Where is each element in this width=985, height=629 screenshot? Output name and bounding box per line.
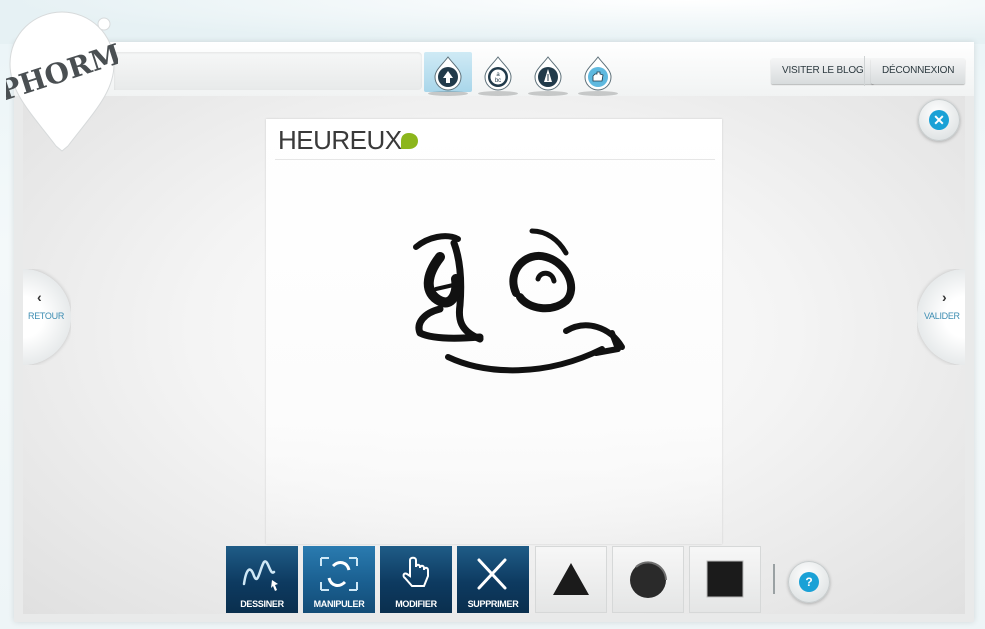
triangle-shape-icon [553,563,589,595]
modify-tool-label: MODIFIER [395,599,437,609]
header-divider [864,56,865,86]
svg-text:bc: bc [495,78,501,84]
top-bar: a bc VISITER LE BLOG DÉCONNEXION [14,42,974,96]
card-divider [275,159,715,160]
mode-tab-pen[interactable] [524,52,572,96]
pen-tip-drop-icon [534,56,562,91]
delete-x-icon [477,558,507,590]
phorm-logo[interactable]: PHORM [6,8,118,152]
bottom-toolbar: DESSINER MANIPULER MODIFIER SUPPRIMER [225,546,795,614]
hand-drop-icon [584,56,612,91]
logout-button[interactable]: DÉCONNEXION [871,58,966,84]
happy-face-sketch [413,228,625,374]
draw-tool-button[interactable]: DESSINER [226,546,298,613]
abc-drop-icon: a bc [484,56,512,91]
mode-tab-tree[interactable] [424,52,472,96]
square-shape-button[interactable] [689,546,761,613]
tree-drop-icon [434,56,462,91]
drawing-card[interactable]: HEUREUX [266,119,722,544]
circle-shape-button[interactable] [612,546,684,613]
top-background [0,0,985,44]
back-button[interactable]: ‹ RETOUR [23,269,71,365]
square-shape-icon [706,560,744,598]
card-title: HEUREUX [278,125,402,155]
close-icon: ✕ [929,110,949,130]
modify-hand-icon [402,556,429,587]
chevron-left-icon: ‹ [37,289,42,305]
delete-tool-button[interactable]: SUPPRIMER [457,546,529,613]
circle-shape-icon [630,561,667,598]
visit-blog-button[interactable]: VISITER LE BLOG [771,58,875,84]
delete-tool-label: SUPPRIMER [467,599,519,609]
draw-hand-icon [242,560,278,591]
close-button[interactable]: ✕ [918,99,960,141]
help-icon: ? [799,572,819,592]
manipulate-arrows-icon [320,557,358,591]
validate-button[interactable]: › VALIDER [917,269,965,365]
back-label: RETOUR [28,311,65,321]
toolbar-divider [773,564,775,594]
manipulate-tool-button[interactable]: MANIPULER [303,546,375,613]
chevron-right-icon: › [942,289,947,305]
mode-tab-hand[interactable] [574,52,622,96]
speech-bubble-icon [401,133,418,149]
triangle-shape-button[interactable] [535,546,607,613]
help-button[interactable]: ? [788,561,830,603]
manipulate-tool-label: MANIPULER [313,599,365,609]
modify-tool-button[interactable]: MODIFIER [380,546,452,613]
draw-tool-label: DESSINER [240,599,284,609]
mode-tab-abc[interactable]: a bc [474,52,522,96]
title-input-bar[interactable] [114,52,422,90]
validate-label: VALIDER [924,311,960,321]
